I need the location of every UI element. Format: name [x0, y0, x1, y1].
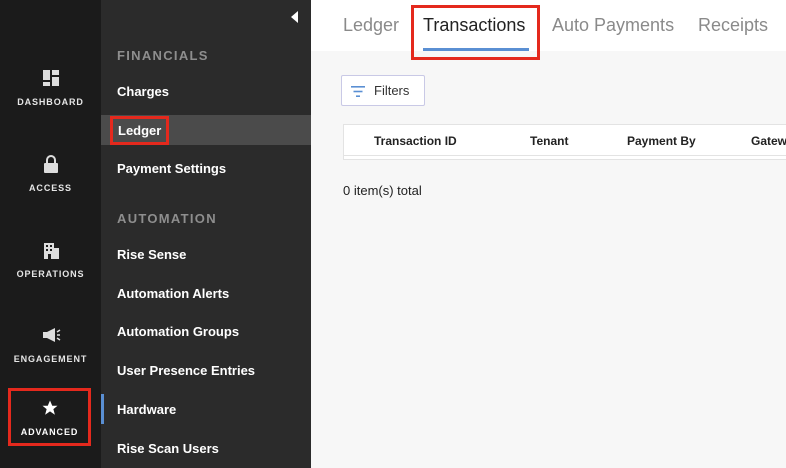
app-window: DASHBOARD ACCESS OPERATIONS ENGAGEMENT A…	[0, 0, 786, 468]
section-title-financials: FINANCIALS	[117, 48, 209, 63]
collapse-menu-icon[interactable]	[291, 11, 298, 23]
tab-transactions[interactable]: Transactions	[423, 0, 525, 51]
column-header-tenant[interactable]: Tenant	[530, 134, 568, 148]
menu-item-rise-sense[interactable]: Rise Sense	[101, 239, 311, 269]
menu-item-charges[interactable]: Charges	[101, 76, 311, 106]
building-icon	[41, 240, 61, 260]
column-header-payment-by[interactable]: Payment By	[627, 134, 696, 148]
menu-item-label: Payment Settings	[117, 160, 227, 176]
nav-access[interactable]: ACCESS	[0, 138, 101, 208]
section-title-automation: AUTOMATION	[117, 211, 217, 226]
megaphone-icon	[41, 325, 61, 345]
nav-advanced[interactable]: ADVANCED	[8, 388, 91, 446]
active-tab-underline	[423, 48, 529, 51]
table-divider	[344, 155, 786, 156]
menu-item-label: Charges	[117, 83, 170, 99]
column-header-transaction-id[interactable]: Transaction ID	[374, 134, 457, 148]
column-header-gateway[interactable]: Gateway	[751, 134, 786, 148]
secondary-menu: FINANCIALS Charges Ledger Payment Settin…	[101, 0, 311, 468]
menu-item-payment-settings[interactable]: Payment Settings	[101, 153, 311, 183]
menu-item-label: Rise Scan Users	[117, 440, 219, 456]
menu-item-automation-groups[interactable]: Automation Groups	[101, 316, 311, 346]
menu-item-label: Automation Groups	[117, 323, 240, 339]
menu-item-hardware[interactable]: Hardware	[101, 394, 311, 424]
nav-engagement[interactable]: ENGAGEMENT	[0, 309, 101, 379]
nav-engagement-label: ENGAGEMENT	[13, 353, 88, 364]
nav-dashboard[interactable]: DASHBOARD	[0, 52, 101, 122]
nav-access-label: ACCESS	[29, 182, 72, 193]
menu-item-label: Ledger	[109, 115, 170, 145]
filters-label: Filters	[374, 83, 410, 98]
menu-item-ledger[interactable]: Ledger	[101, 115, 311, 145]
filters-button[interactable]: Filters	[341, 75, 425, 106]
tab-auto-payments[interactable]: Auto Payments	[552, 0, 674, 51]
tab-bar: Ledger Transactions Auto Payments Receip…	[311, 0, 786, 60]
nav-dashboard-label: DASHBOARD	[17, 96, 84, 107]
nav-operations[interactable]: OPERATIONS	[0, 224, 101, 294]
lock-icon	[41, 154, 61, 174]
filter-icon	[351, 85, 365, 97]
menu-item-label: Automation Alerts	[117, 285, 230, 301]
menu-item-user-presence-entries[interactable]: User Presence Entries	[101, 355, 311, 385]
transactions-table: Transaction ID Tenant Payment By Gateway	[343, 124, 786, 160]
items-total: 0 item(s) total	[343, 183, 422, 198]
menu-item-label: User Presence Entries	[117, 362, 256, 378]
tab-ledger[interactable]: Ledger	[343, 0, 399, 51]
menu-item-rise-scan-users[interactable]: Rise Scan Users	[101, 433, 311, 463]
menu-item-automation-alerts[interactable]: Automation Alerts	[101, 278, 311, 308]
tab-receipts[interactable]: Receipts	[698, 0, 768, 51]
star-icon	[40, 398, 60, 418]
dashboard-icon	[41, 68, 61, 88]
menu-item-label: Hardware	[117, 401, 177, 417]
nav-advanced-label: ADVANCED	[20, 426, 79, 437]
nav-operations-label: OPERATIONS	[16, 268, 85, 279]
primary-nav-rail: DASHBOARD ACCESS OPERATIONS ENGAGEMENT A…	[0, 0, 101, 468]
main-content: Ledger Transactions Auto Payments Receip…	[311, 0, 786, 468]
menu-item-label: Rise Sense	[117, 246, 187, 262]
